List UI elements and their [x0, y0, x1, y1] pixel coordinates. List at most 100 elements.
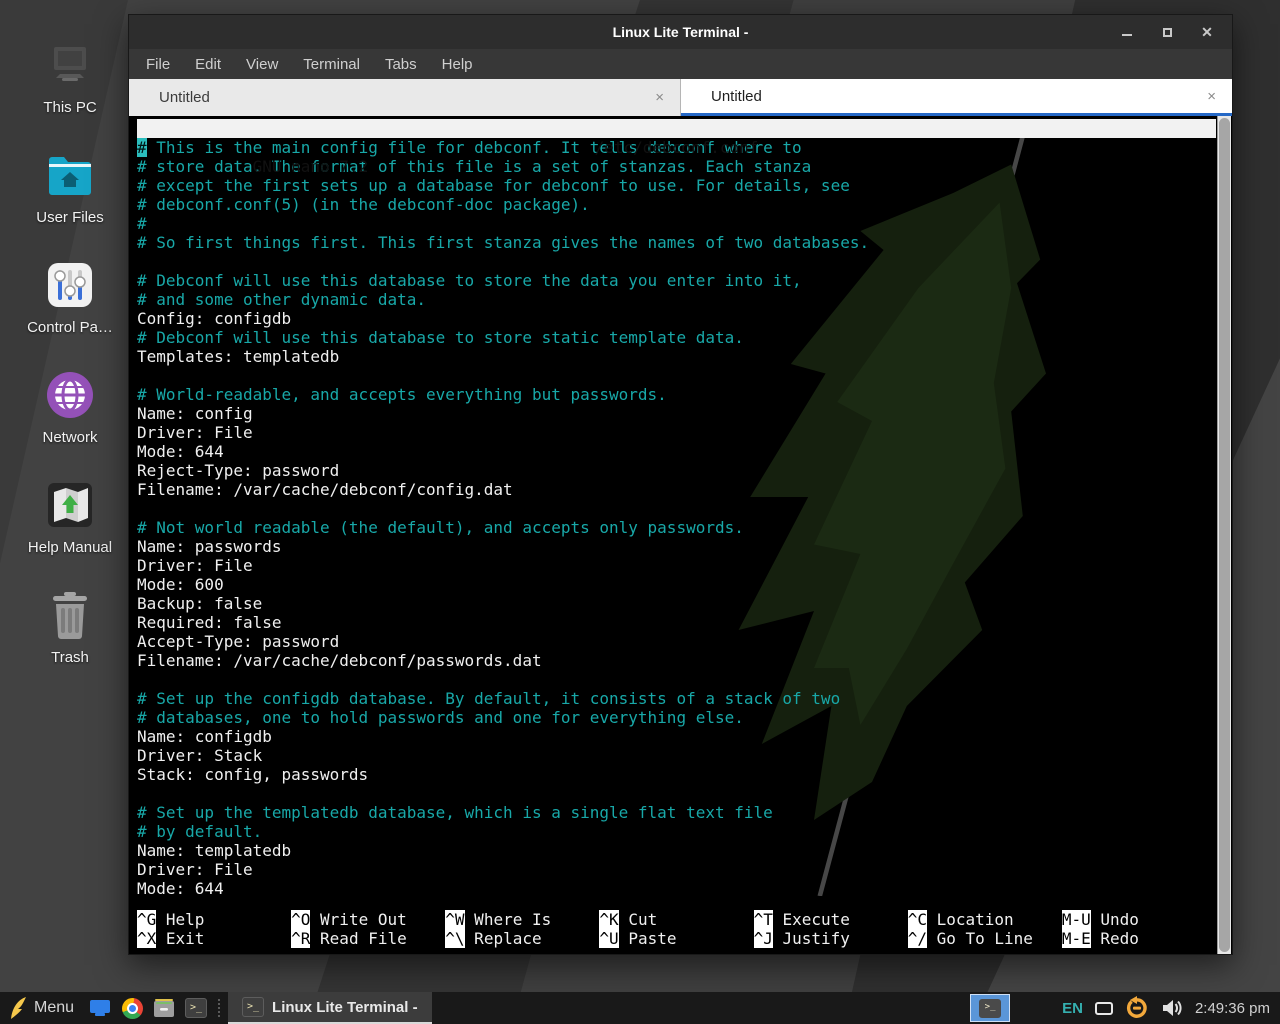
nano-shortcut: ^R Read File: [291, 929, 445, 948]
shortcut-key: ^O: [291, 910, 310, 929]
linuxlite-logo-icon: [8, 995, 28, 1021]
terminal-line: [137, 499, 1216, 518]
taskbar-separator: [218, 999, 220, 1017]
desktop-icon-network[interactable]: Network: [12, 350, 128, 446]
terminal-line: # World-readable, and accepts everything…: [137, 385, 1216, 404]
terminal-line: Stack: config, passwords: [137, 765, 1216, 784]
menu-button[interactable]: [8, 995, 28, 1021]
update-icon: [1125, 996, 1149, 1020]
clock[interactable]: 2:49:36 pm: [1195, 1000, 1270, 1017]
nano-title-bar: /etc/debconf.conf GNU nano 7.2: [137, 119, 1216, 138]
nano-version: GNU nano 7.2: [233, 157, 368, 176]
desktop-icon-label: Help Manual: [28, 539, 112, 556]
menu-file[interactable]: File: [146, 56, 170, 73]
menu-bar: File Edit View Terminal Tabs Help: [129, 49, 1232, 79]
terminal-line: # and some other dynamic data.: [137, 290, 1216, 309]
task-button-terminal[interactable]: >_ Linux Lite Terminal -: [228, 992, 432, 1024]
taskbar-tray: >_ EN 2:49:36 pm: [970, 992, 1280, 1024]
close-button[interactable]: ✕: [1200, 25, 1214, 39]
tray-terminal-button[interactable]: >_: [970, 994, 1010, 1022]
desktop-icon-trash[interactable]: Trash: [12, 570, 128, 666]
chrome-launcher[interactable]: [120, 996, 144, 1020]
nano-shortcut: ^T Execute: [754, 910, 908, 929]
window-controls: ✕: [1120, 25, 1232, 39]
taskbar: Menu >_: [0, 992, 1280, 1024]
nano-shortcut: M-E Redo: [1062, 929, 1216, 948]
shortcut-key: ^U: [599, 929, 618, 948]
desktop-icon-control-panel[interactable]: Control Pa…: [12, 240, 128, 336]
menu-terminal[interactable]: Terminal: [303, 56, 360, 73]
window-title: Linux Lite Terminal -: [129, 24, 1232, 40]
tab-untitled-1[interactable]: Untitled ×: [129, 79, 681, 116]
volume-icon: [1161, 998, 1183, 1018]
desktop-icon-list: This PC User Files: [12, 20, 128, 680]
terminal-line: # Set up the configdb database. By defau…: [137, 689, 1216, 708]
network-globe-icon: [44, 367, 96, 423]
nano-shortcut: M-U Undo: [1062, 910, 1216, 929]
menu-button-label[interactable]: Menu: [34, 999, 74, 1017]
close-icon: ✕: [1201, 25, 1213, 39]
desktop-icon-label: User Files: [36, 209, 104, 226]
taskbar-left: Menu >_: [0, 992, 432, 1024]
keyboard-layout-indicator[interactable]: EN: [1062, 1000, 1083, 1017]
terminal-line: Driver: File: [137, 556, 1216, 575]
shortcut-key: M-U: [1062, 910, 1091, 929]
menu-tabs[interactable]: Tabs: [385, 56, 417, 73]
terminal-line: Reject-Type: password: [137, 461, 1216, 480]
home-folder-icon: [44, 147, 96, 203]
desktop-icon-this-pc[interactable]: This PC: [12, 20, 128, 116]
shortcut-key: ^G: [137, 910, 156, 929]
terminal-line: Name: passwords: [137, 537, 1216, 556]
menu-edit[interactable]: Edit: [195, 56, 221, 73]
nano-shortcut: ^U Paste: [599, 929, 753, 948]
tab-label: Untitled: [159, 89, 655, 106]
terminal-line: # Not world readable (the default), and …: [137, 518, 1216, 537]
terminal-scrollbar[interactable]: [1217, 116, 1231, 954]
desktop-icon-user-files[interactable]: User Files: [12, 130, 128, 226]
display-icon: [1095, 1002, 1113, 1015]
nano-shortcut: ^C Location: [908, 910, 1062, 929]
terminal-icon: >_: [242, 997, 264, 1017]
tab-close-icon[interactable]: ×: [1207, 88, 1216, 105]
minimize-button[interactable]: [1120, 25, 1134, 39]
desktop-icon-label: Network: [42, 429, 97, 446]
tab-untitled-2[interactable]: Untitled ×: [681, 79, 1232, 116]
nano-text-area: # This is the main config file for debco…: [137, 138, 1216, 898]
scrollbar-thumb[interactable]: [1219, 118, 1230, 952]
terminal-icon: >_: [979, 999, 1001, 1018]
desktop-icon-help-manual[interactable]: Help Manual: [12, 460, 128, 556]
volume-button[interactable]: [1161, 998, 1183, 1018]
nano-editor: /etc/debconf.conf GNU nano 7.2 # This is…: [137, 119, 1216, 898]
window-titlebar[interactable]: Linux Lite Terminal - ✕: [129, 15, 1232, 49]
file-manager-launcher[interactable]: [152, 996, 176, 1020]
nano-filename: /etc/debconf.conf: [137, 138, 1216, 157]
menu-help[interactable]: Help: [442, 56, 473, 73]
shortcut-key: ^X: [137, 929, 156, 948]
terminal-line: Config: configdb: [137, 309, 1216, 328]
nano-shortcut: ^\ Replace: [445, 929, 599, 948]
terminal-line: # by default.: [137, 822, 1216, 841]
desktop-icon-label: This PC: [43, 99, 96, 116]
shortcut-key: ^\: [445, 929, 464, 948]
shortcut-key: ^J: [754, 929, 773, 948]
maximize-button[interactable]: [1160, 25, 1174, 39]
terminal-line: Required: false: [137, 613, 1216, 632]
shortcut-key: ^W: [445, 910, 464, 929]
terminal-launcher[interactable]: >_: [184, 996, 208, 1020]
tab-label: Untitled: [711, 88, 1207, 105]
terminal-window: Linux Lite Terminal - ✕ File Edit View T…: [128, 14, 1233, 955]
show-desktop-button[interactable]: [88, 996, 112, 1020]
tab-close-icon[interactable]: ×: [655, 89, 664, 106]
menu-view[interactable]: View: [246, 56, 278, 73]
notification-display-button[interactable]: [1095, 1002, 1113, 1015]
terminal-line: Filename: /var/cache/debconf/config.dat: [137, 480, 1216, 499]
nano-shortcut: ^W Where Is: [445, 910, 599, 929]
nano-shortcut: ^X Exit: [137, 929, 291, 948]
terminal-line: Backup: false: [137, 594, 1216, 613]
terminal-line: # debconf.conf(5) (in the debconf-doc pa…: [137, 195, 1216, 214]
update-manager-button[interactable]: [1125, 996, 1149, 1020]
terminal-screen[interactable]: /etc/debconf.conf GNU nano 7.2 # This is…: [129, 116, 1232, 954]
task-button-label: Linux Lite Terminal -: [272, 999, 418, 1016]
nano-shortcut: ^O Write Out: [291, 910, 445, 929]
terminal-line: Mode: 600: [137, 575, 1216, 594]
